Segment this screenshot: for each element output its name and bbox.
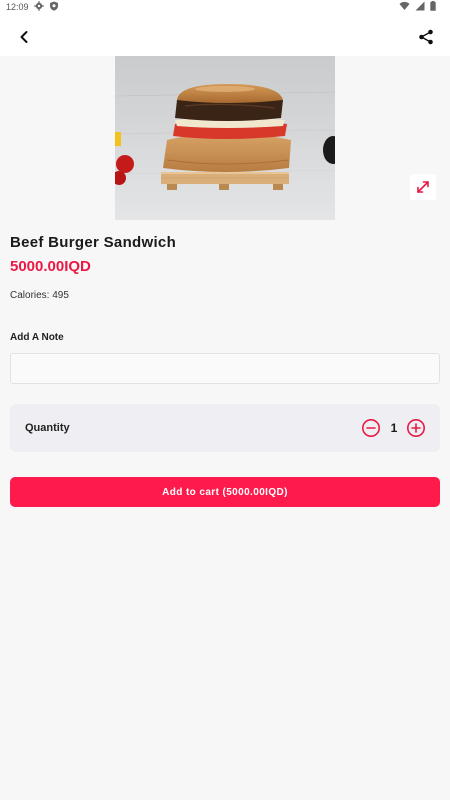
wifi-icon xyxy=(399,1,410,11)
quantity-card: Quantity 1 xyxy=(10,404,440,452)
settings-icon xyxy=(34,1,44,11)
expand-icon xyxy=(417,181,429,193)
product-name: Beef Burger Sandwich xyxy=(10,234,177,251)
add-to-cart-button[interactable]: Add to cart (5000.00IQD) xyxy=(10,477,440,507)
product-image xyxy=(115,56,335,220)
app-bar xyxy=(0,14,450,56)
product-price: 5000.00IQD xyxy=(10,258,91,275)
share-icon[interactable] xyxy=(416,27,436,47)
burger-photo xyxy=(115,56,335,220)
note-label: Add A Note xyxy=(10,332,64,343)
shield-icon xyxy=(50,1,58,11)
minus-circle-icon[interactable] xyxy=(361,418,381,438)
note-input[interactable] xyxy=(10,353,440,384)
signal-icon xyxy=(415,1,425,11)
quantity-label: Quantity xyxy=(25,422,70,434)
product-calories: Calories: 495 xyxy=(10,290,69,301)
arrow-back-icon[interactable] xyxy=(14,27,34,47)
battery-icon xyxy=(430,1,436,11)
status-time: 12:09 xyxy=(6,2,29,12)
plus-circle-icon[interactable] xyxy=(406,418,426,438)
expand-image-button[interactable] xyxy=(410,174,436,200)
quantity-value: 1 xyxy=(390,421,398,435)
status-bar: 12:09 xyxy=(0,0,450,14)
